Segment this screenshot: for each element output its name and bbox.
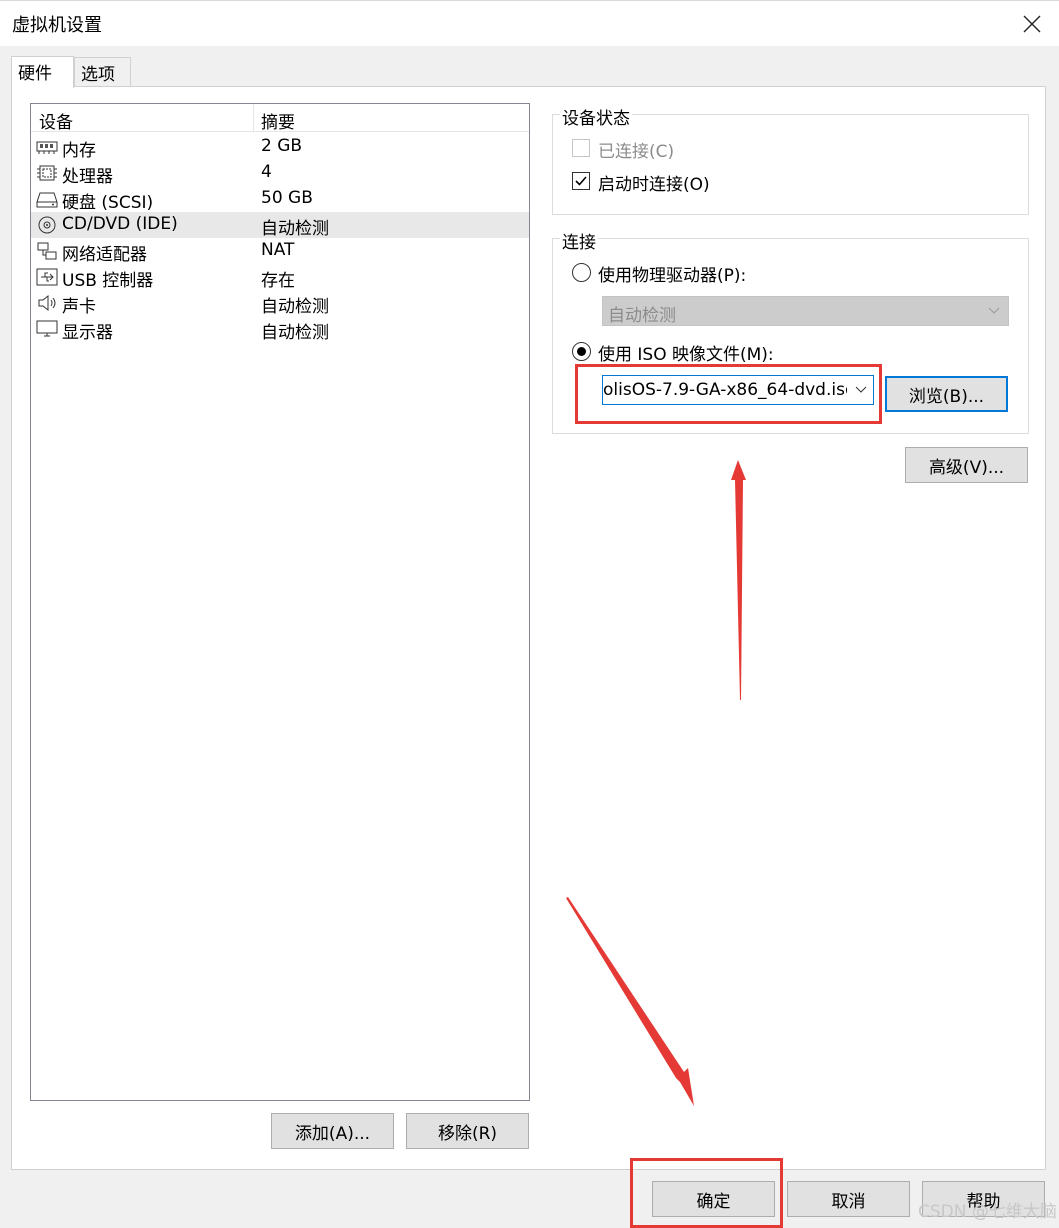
watermark: CSDN @七维大脑: [918, 1202, 1057, 1222]
tab-hardware[interactable]: 硬件: [11, 56, 74, 88]
annotation-arrow-up: [731, 460, 746, 700]
annotation-arrow-down: [566, 897, 694, 1106]
annotation-arrows: [566, 460, 746, 1106]
